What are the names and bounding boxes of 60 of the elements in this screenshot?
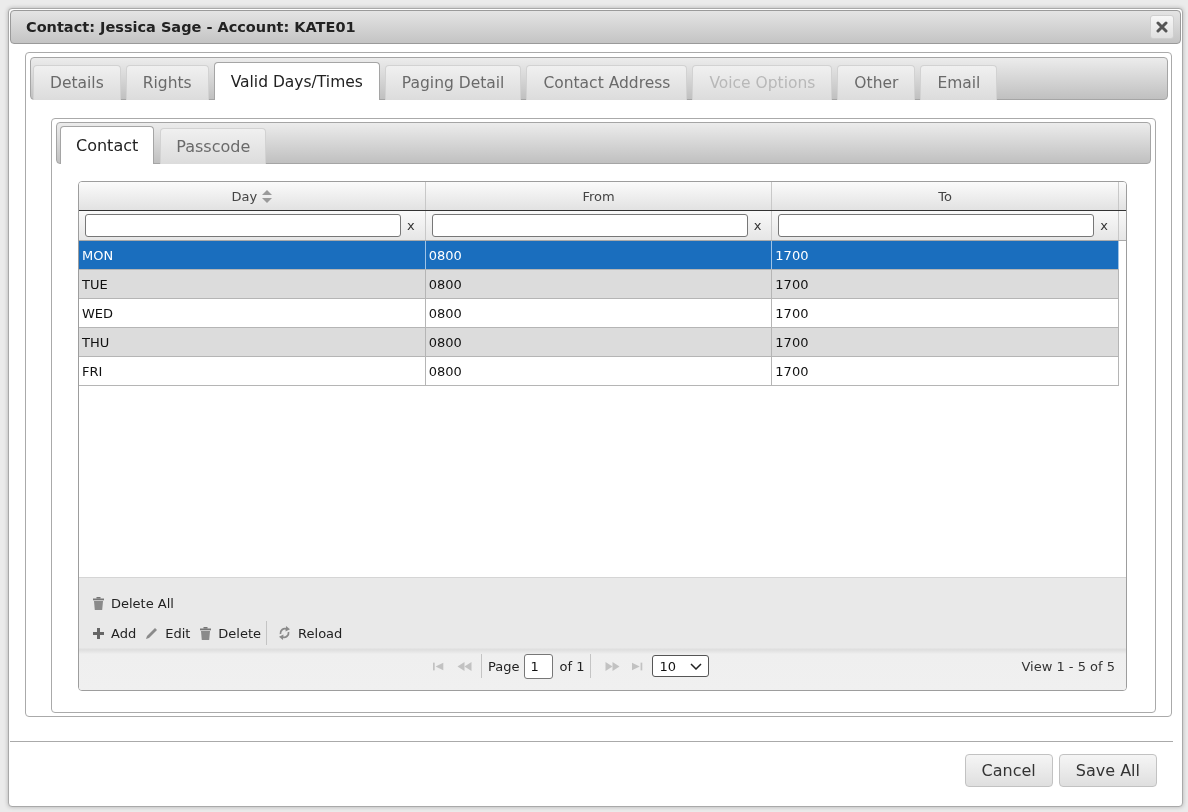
tab[interactable]: Passcode bbox=[160, 128, 267, 164]
trash-icon bbox=[200, 626, 212, 640]
clear-filter-link[interactable]: x bbox=[1100, 218, 1108, 233]
table-cell: 1700 bbox=[772, 299, 1119, 327]
page-label: Page bbox=[488, 658, 520, 674]
filter-field[interactable] bbox=[85, 214, 401, 237]
tab[interactable]: Contact Address bbox=[526, 65, 688, 100]
column-header: To bbox=[772, 182, 1119, 210]
table-row[interactable]: FRI 0800 1700 bbox=[79, 357, 1119, 386]
trash-icon bbox=[93, 596, 104, 610]
page-count: of 1 bbox=[559, 658, 585, 674]
toolbar-button[interactable]: Reload bbox=[278, 625, 343, 641]
table-row[interactable]: THU 0800 1700 bbox=[79, 328, 1119, 357]
table-cell: FRI bbox=[79, 357, 426, 385]
record-summary: View 1 - 5 of 5 bbox=[1021, 658, 1115, 674]
table-cell: THU bbox=[79, 328, 426, 356]
close-button[interactable] bbox=[1150, 15, 1174, 39]
tab[interactable]: Other bbox=[837, 65, 916, 100]
tab[interactable]: Paging Detail bbox=[384, 65, 522, 100]
page-size-select[interactable]: 10 bbox=[652, 655, 710, 677]
pencil-icon bbox=[146, 627, 159, 639]
table-cell: 1700 bbox=[772, 357, 1119, 385]
plus-icon bbox=[93, 627, 104, 639]
table-row[interactable]: TUE 0800 1700 bbox=[79, 270, 1119, 299]
clear-filter-link[interactable]: x bbox=[406, 218, 415, 233]
table-cell: MON bbox=[79, 241, 426, 269]
filter-field[interactable] bbox=[778, 214, 1095, 237]
sort-icon bbox=[262, 189, 273, 203]
tab[interactable]: Contact bbox=[60, 126, 155, 164]
table-cell: 0800 bbox=[425, 299, 773, 327]
toolbar-button[interactable]: Add bbox=[93, 625, 137, 641]
filter-field[interactable] bbox=[431, 214, 748, 237]
window-title: Contact: Jessica Sage - Account: KATE01 bbox=[26, 19, 356, 35]
dialog-button[interactable]: Cancel bbox=[964, 754, 1053, 787]
table-cell: 0800 bbox=[425, 241, 773, 269]
close-icon bbox=[1156, 21, 1168, 33]
refresh-icon bbox=[278, 626, 292, 640]
table-cell: 1700 bbox=[772, 270, 1119, 298]
column-header: From bbox=[425, 182, 773, 210]
tab[interactable]: Details bbox=[33, 65, 121, 100]
table-row[interactable]: WED 0800 1700 bbox=[79, 299, 1119, 328]
page-field[interactable]: 1 bbox=[524, 653, 554, 679]
table-cell: 0800 bbox=[425, 328, 773, 356]
clear-filter-link[interactable]: x bbox=[753, 218, 762, 233]
tab[interactable]: Email bbox=[920, 65, 998, 100]
tab[interactable]: Rights bbox=[125, 65, 209, 100]
table-cell: 0800 bbox=[425, 270, 773, 298]
table-row[interactable]: MON 0800 1700 bbox=[79, 241, 1119, 270]
table-cell: 1700 bbox=[772, 328, 1119, 356]
toolbar-button[interactable]: Edit bbox=[146, 625, 191, 641]
chevron-icon bbox=[690, 662, 703, 670]
column-header[interactable]: Day bbox=[79, 182, 426, 210]
dialog-button[interactable]: Save All bbox=[1058, 754, 1157, 787]
toolbar-button[interactable]: Delete bbox=[200, 625, 262, 641]
tab[interactable]: Valid Days/Times bbox=[213, 62, 380, 100]
table-cell: 0800 bbox=[425, 357, 773, 385]
table-cell: 1700 bbox=[772, 241, 1119, 269]
table-cell: WED bbox=[79, 299, 426, 327]
toolbar-button[interactable]: Delete All bbox=[93, 595, 174, 611]
table-cell: TUE bbox=[79, 270, 426, 298]
